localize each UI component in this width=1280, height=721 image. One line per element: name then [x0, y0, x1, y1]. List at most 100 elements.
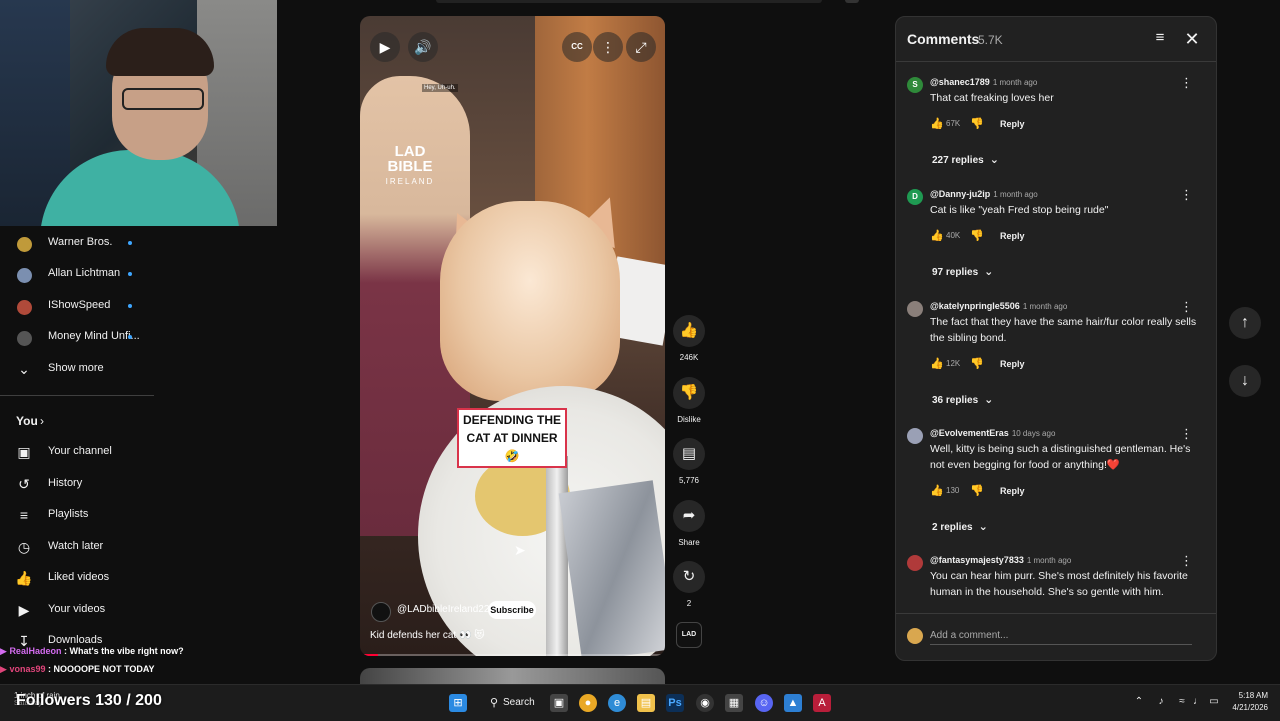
- chat-text: What's the vibe right now?: [69, 646, 184, 656]
- file-explorer-icon[interactable]: ▤: [637, 694, 655, 712]
- view-replies-button[interactable]: 97 replies ⌄: [932, 265, 993, 278]
- windows-start-icon[interactable]: ⊞: [449, 694, 467, 712]
- play-button[interactable]: ▶: [370, 32, 400, 62]
- volume-button[interactable]: 🔊: [408, 32, 438, 62]
- comment-more-icon[interactable]: ⋮: [1180, 553, 1193, 569]
- reply-button[interactable]: Reply: [1000, 231, 1025, 241]
- subscribe-button[interactable]: Subscribe: [488, 601, 536, 619]
- captions-button[interactable]: CC: [562, 32, 592, 62]
- video-progress-bar[interactable]: [360, 654, 665, 656]
- dislike-icon[interactable]: 👎: [673, 377, 705, 409]
- comment-author[interactable]: @EvolvementEras 10 days ago: [930, 428, 1055, 438]
- next-video-preview[interactable]: [360, 668, 665, 684]
- comment-icon[interactable]: ▤: [673, 438, 705, 470]
- remix-action[interactable]: ↻ 2: [672, 561, 706, 608]
- taskbar-search[interactable]: ⚲ Search: [480, 691, 542, 715]
- sidebar-item-watch-later[interactable]: ◷ Watch later: [0, 533, 160, 561]
- chat-message: ▶ vonas99 : NOOOOPE NOT TODAY: [0, 664, 155, 674]
- view-replies-button[interactable]: 227 replies ⌄: [932, 153, 999, 166]
- add-comment-input[interactable]: [930, 626, 1192, 645]
- obs-icon[interactable]: ◉: [696, 694, 714, 712]
- system-clock[interactable]: 5:18 AM 4/21/2026: [1228, 690, 1268, 714]
- arrow-down-icon: ↓: [1241, 372, 1249, 389]
- edge-icon[interactable]: e: [608, 694, 626, 712]
- comment-author[interactable]: @Danny-ju2ip 1 month ago: [930, 189, 1038, 199]
- discord-icon[interactable]: ☺: [755, 694, 773, 712]
- previous-video-button[interactable]: ↑: [1229, 307, 1261, 339]
- comment-like-icon[interactable]: 👍: [930, 117, 944, 130]
- sidebar-item-playlists[interactable]: ≡ Playlists: [0, 501, 160, 529]
- reply-button[interactable]: Reply: [1000, 359, 1025, 369]
- wifi-icon[interactable]: ≈: [1176, 696, 1188, 708]
- ladbible-sound-icon[interactable]: LAD: [676, 622, 702, 648]
- photoshop-icon[interactable]: Ps: [666, 694, 684, 712]
- comment-author[interactable]: @shanec1789 1 month ago: [930, 77, 1037, 87]
- speaker-icon[interactable]: ♩: [1192, 696, 1204, 708]
- microphone-icon[interactable]: ♪: [1155, 696, 1167, 708]
- show-more-button[interactable]: ⌄ Show more: [0, 355, 160, 383]
- comment-dislike-icon[interactable]: 👎: [970, 229, 984, 242]
- subscription-item[interactable]: Warner Bros.: [0, 230, 160, 258]
- commenter-avatar[interactable]: [907, 555, 923, 571]
- dislike-action[interactable]: 👎 Dislike: [672, 377, 706, 424]
- comment-more-icon[interactable]: ⋮: [1180, 75, 1193, 91]
- comment-author[interactable]: @fantasymajesty7833 1 month ago: [930, 555, 1071, 565]
- app-icon[interactable]: ▦: [725, 694, 743, 712]
- video-title[interactable]: Kid defends her cat 👀 😻: [370, 630, 485, 641]
- sidebar-item-liked-videos[interactable]: 👍 Liked videos: [0, 564, 160, 592]
- you-section-heading[interactable]: You ›: [0, 407, 160, 435]
- share-icon[interactable]: ➦: [673, 500, 705, 532]
- audio-source-thumbnail[interactable]: LAD: [672, 622, 706, 648]
- subscription-label: Warner Bros.: [48, 236, 113, 248]
- shorts-video-player[interactable]: ▶ 🔊 CC ⋮ ⤢ Hey, Uh-uh. LAD BIBLE IRELAND…: [360, 16, 665, 656]
- task-view-icon[interactable]: ▣: [550, 694, 568, 712]
- like-action[interactable]: 👍 246K: [672, 315, 706, 362]
- commenter-avatar[interactable]: [907, 428, 923, 444]
- view-replies-button[interactable]: 36 replies ⌄: [932, 393, 993, 406]
- share-action[interactable]: ➦ Share: [672, 500, 706, 547]
- fullscreen-button[interactable]: ⤢: [626, 32, 656, 62]
- adobe-icon[interactable]: A: [813, 694, 831, 712]
- chevron-up-icon[interactable]: ⌃: [1133, 696, 1145, 708]
- more-options-button[interactable]: ⋮: [593, 32, 623, 62]
- comment-dislike-icon[interactable]: 👎: [970, 117, 984, 130]
- commenter-avatar[interactable]: S: [907, 77, 923, 93]
- commenter-avatar[interactable]: [907, 301, 923, 317]
- commenter-avatar[interactable]: D: [907, 189, 923, 205]
- history-icon: ↺: [18, 476, 30, 492]
- sort-icon[interactable]: ≡: [1150, 29, 1170, 49]
- comment-time: 1 month ago: [993, 190, 1038, 199]
- reply-button[interactable]: Reply: [1000, 486, 1025, 496]
- comment-like-icon[interactable]: 👍: [930, 484, 944, 497]
- remix-icon[interactable]: ↻: [673, 561, 705, 593]
- sidebar-item-your-channel[interactable]: ▣ Your channel: [0, 438, 160, 466]
- battery-icon[interactable]: ▭: [1208, 696, 1220, 708]
- next-video-button[interactable]: ↓: [1229, 365, 1261, 397]
- comment-more-icon[interactable]: ⋮: [1180, 187, 1193, 203]
- subscription-item[interactable]: Allan Lichtman: [0, 261, 160, 289]
- comment-author[interactable]: @katelynpringle5506 1 month ago: [930, 301, 1067, 311]
- sidebar-item-your-videos[interactable]: ▶ Your videos: [0, 596, 160, 624]
- comment-dislike-icon[interactable]: 👎: [970, 357, 984, 370]
- chrome-icon[interactable]: ●: [579, 694, 597, 712]
- comment-more-icon[interactable]: ⋮: [1180, 426, 1193, 442]
- photos-icon[interactable]: ▲: [784, 694, 802, 712]
- playlists-icon: ≡: [19, 507, 29, 523]
- view-replies-button[interactable]: 2 replies ⌄: [932, 520, 988, 533]
- reply-button[interactable]: Reply: [1000, 119, 1025, 129]
- close-icon[interactable]: ✕: [1180, 27, 1204, 51]
- comment-dislike-icon[interactable]: 👎: [970, 484, 984, 497]
- sidebar-item-history[interactable]: ↺ History: [0, 470, 160, 498]
- channel-name[interactable]: @LADbibleIreland22: [397, 604, 489, 615]
- channel-avatar: [17, 268, 32, 283]
- add-comment-row: [896, 613, 1216, 660]
- comment-like-icon[interactable]: 👍: [930, 357, 944, 370]
- comment-more-icon[interactable]: ⋮: [1180, 299, 1193, 315]
- comments-action[interactable]: ▤ 5,776: [672, 438, 706, 485]
- subscription-item[interactable]: IShowSpeed: [0, 293, 160, 321]
- comment-like-icon[interactable]: 👍: [930, 229, 944, 242]
- subscription-item[interactable]: Money Mind Unfi...: [0, 324, 160, 352]
- new-content-dot: [128, 272, 132, 276]
- mouse-cursor-icon: ➤: [514, 542, 526, 558]
- like-icon[interactable]: 👍: [673, 315, 705, 347]
